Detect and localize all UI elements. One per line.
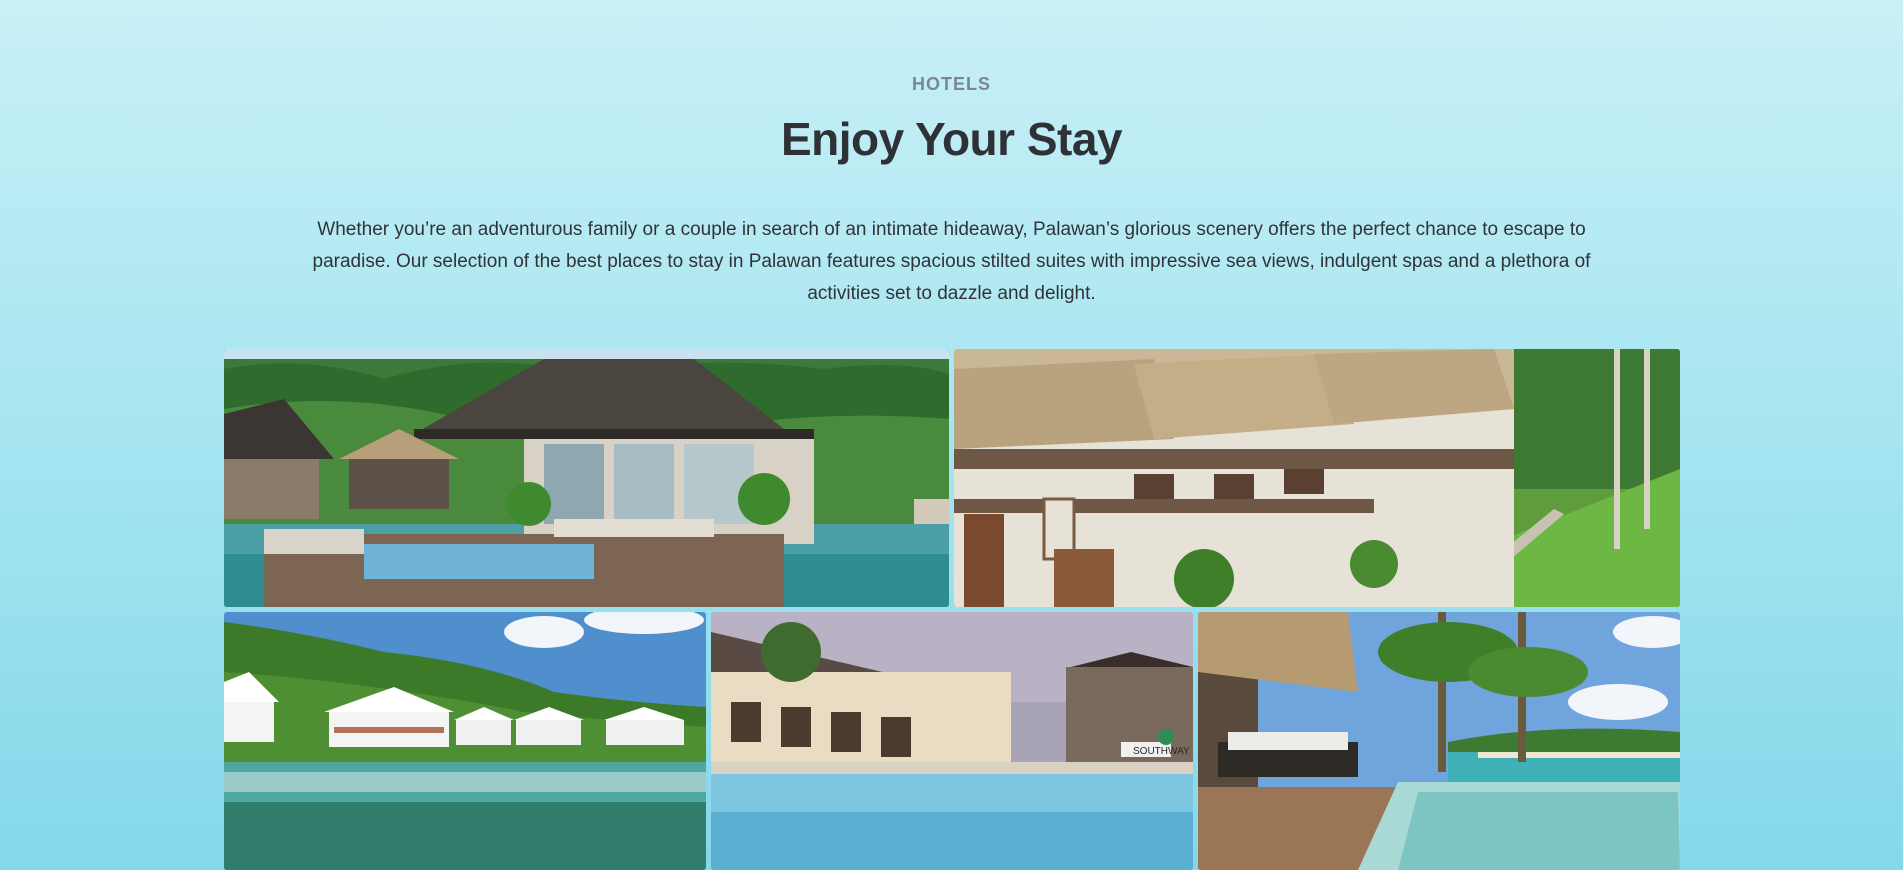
- resort-sign: SOUTHWAY: [1133, 746, 1190, 757]
- section-title: Enjoy Your Stay: [780, 113, 1123, 165]
- hotel-image-lagoon-cottages[interactable]: [224, 612, 706, 870]
- section-eyebrow: HOTELS: [911, 74, 991, 94]
- hotel-image-overwater-villa[interactable]: [224, 349, 949, 607]
- hotel-image-resort-pool[interactable]: SOUTHWAY: [711, 612, 1193, 870]
- hotel-image-infinity-pool[interactable]: [1198, 612, 1680, 870]
- hotel-image-thatched-cottages[interactable]: [954, 349, 1680, 607]
- section-description: Whether you’re an adventurous family or …: [312, 219, 1591, 304]
